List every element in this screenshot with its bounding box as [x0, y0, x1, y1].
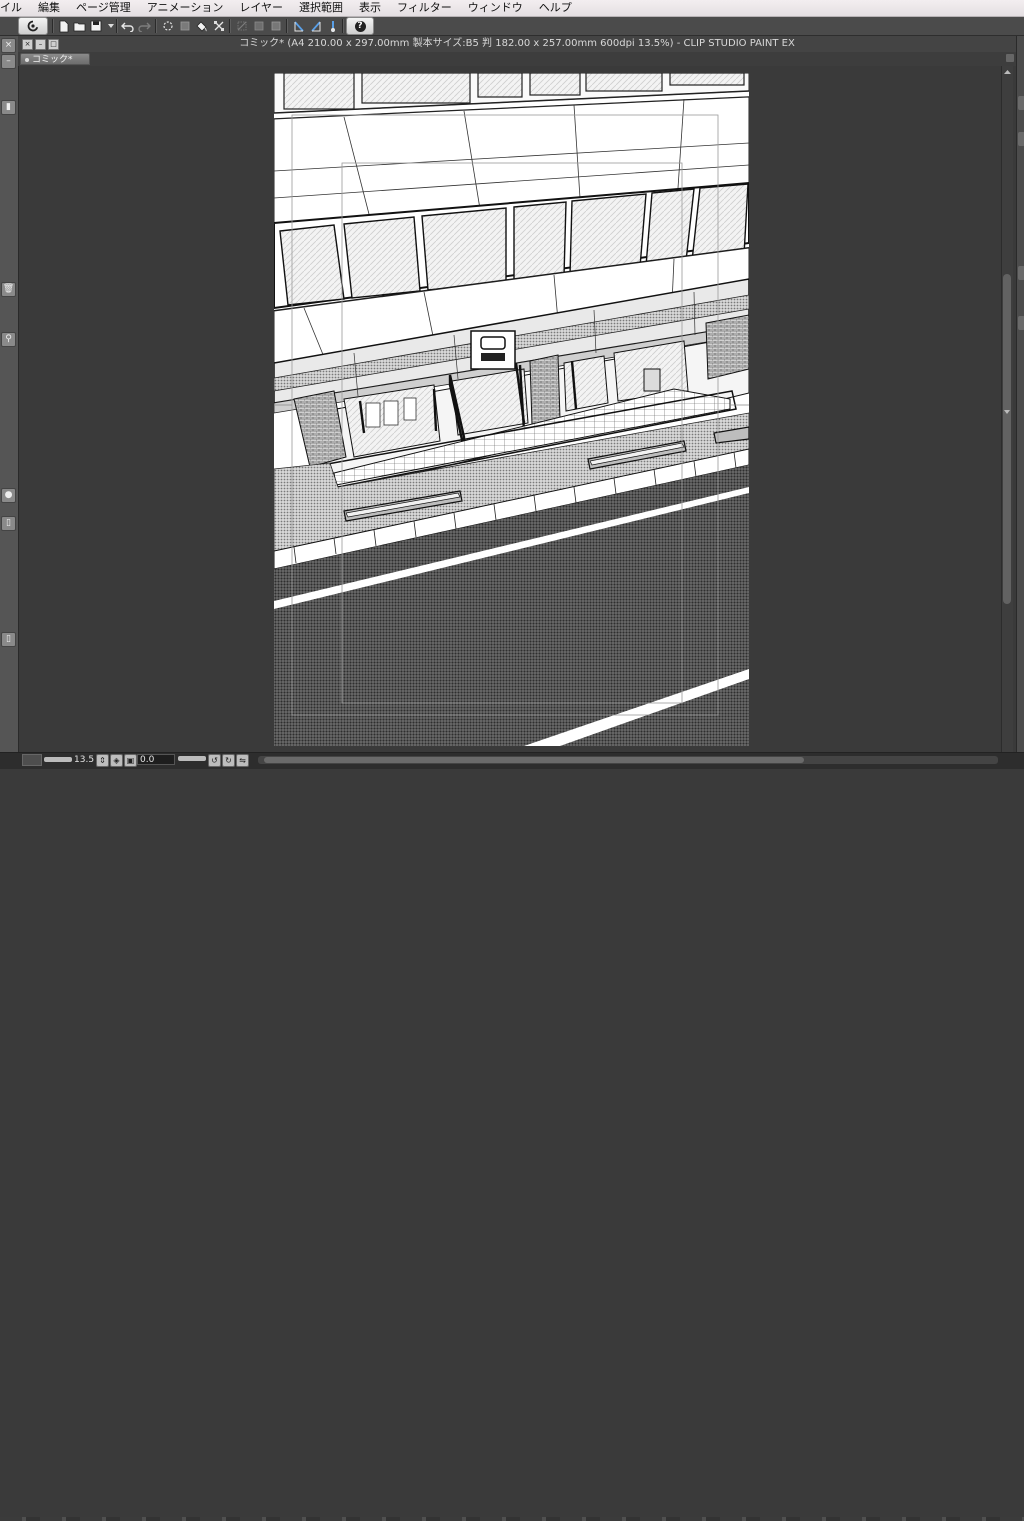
rotate-left-icon[interactable]: ↺	[208, 754, 221, 767]
document-title-bar: × – □ コミック* (A4 210.00 x 297.00mm 製本サイズ:…	[18, 36, 1016, 53]
menu-filter[interactable]: フィルター	[389, 0, 460, 16]
fill-outside-icon	[176, 18, 193, 34]
ruler-snap-icon[interactable]	[290, 18, 307, 34]
new-file-icon[interactable]	[55, 18, 72, 34]
tab-comic[interactable]: コミック*	[20, 53, 90, 65]
zoom-out-icon[interactable]	[22, 754, 42, 766]
vertical-scrollbar[interactable]	[1001, 66, 1013, 752]
panel-close-icon[interactable]: ×	[1, 38, 16, 53]
zoom-stepper-icon[interactable]: ⇕	[96, 754, 109, 767]
horizontal-scroll-thumb[interactable]	[264, 757, 804, 763]
menu-edit[interactable]: 編集	[30, 0, 68, 16]
clear-icon[interactable]	[159, 18, 176, 34]
zoom-value[interactable]: 13.5	[74, 754, 94, 766]
menu-file[interactable]: イル	[0, 0, 30, 16]
left-tool-panel: × – ▮ 🗑 ⚲ ● ▯ ▯	[0, 36, 19, 752]
transform-icon[interactable]	[210, 18, 227, 34]
zoom-slider[interactable]	[44, 757, 72, 762]
actual-size-icon[interactable]: ▣	[124, 754, 137, 767]
right-panel-tab-3[interactable]	[1018, 266, 1024, 280]
invert-selection-icon	[250, 18, 267, 34]
menu-view[interactable]: 表示	[351, 0, 389, 16]
right-panel-tab-1[interactable]	[1018, 96, 1024, 110]
fit-screen-icon[interactable]: ◈	[110, 754, 123, 767]
open-folder-icon[interactable]	[71, 18, 88, 34]
tool-icon-a[interactable]: ▮	[1, 100, 16, 115]
horizontal-scrollbar[interactable]	[258, 756, 998, 764]
panel-minimize-icon[interactable]: –	[1, 54, 16, 69]
special-ruler-snap-icon[interactable]	[307, 18, 324, 34]
taskbar-strip	[0, 1517, 1024, 1521]
canvas-area[interactable]	[20, 66, 1001, 752]
redo-icon	[136, 18, 153, 34]
deselect-icon	[233, 18, 250, 34]
flip-horizontal-icon[interactable]: ⇋	[236, 754, 249, 767]
document-window-title: コミック* (A4 210.00 x 297.00mm 製本サイズ:B5 判 1…	[239, 38, 795, 49]
status-bar: 13.5 ⇕ ◈ ▣ 0.0 ↺ ↻ ⇋	[0, 752, 1024, 1521]
help-icon: ?	[354, 20, 366, 32]
tool-icon-c[interactable]: ▯	[1, 632, 16, 647]
grid-snap-icon[interactable]	[324, 18, 341, 34]
menu-animation[interactable]: アニメーション	[139, 0, 232, 16]
document-tab-row: コミック*	[18, 52, 1016, 66]
command-bar: ?	[0, 17, 1024, 36]
tool-icon-b[interactable]: ▯	[1, 516, 16, 531]
scroll-marker-icon	[1003, 406, 1011, 414]
tab-label: コミック*	[32, 55, 73, 65]
rotation-field[interactable]: 0.0	[137, 754, 175, 765]
right-panel-tab-2[interactable]	[1018, 132, 1024, 146]
menu-layer[interactable]: レイヤー	[231, 0, 291, 16]
help-button[interactable]: ?	[346, 17, 374, 35]
undo-icon[interactable]	[119, 18, 136, 34]
right-panel-tab-4[interactable]	[1018, 316, 1024, 330]
scroll-up-icon[interactable]	[1003, 66, 1012, 74]
selection-layer-icon	[267, 18, 284, 34]
menu-window[interactable]: ウィンドウ	[460, 0, 531, 16]
zoom-tool-icon[interactable]: ⚲	[1, 332, 16, 347]
trash-icon[interactable]: 🗑	[1, 282, 16, 297]
canvas-page[interactable]	[274, 73, 749, 746]
tab-menu-icon[interactable]	[1006, 54, 1014, 62]
menu-help[interactable]: ヘルプ	[531, 0, 580, 16]
menu-selection[interactable]: 選択範囲	[291, 0, 351, 16]
menu-bar: イル 編集 ページ管理 アニメーション レイヤー 選択範囲 表示 フィルター ウ…	[0, 0, 1024, 17]
lightbulb-icon[interactable]: ●	[1, 488, 16, 503]
tab-dot-icon	[25, 57, 29, 62]
menu-page-management[interactable]: ページ管理	[68, 0, 139, 16]
fill-icon[interactable]	[193, 18, 210, 34]
clip-studio-icon[interactable]	[18, 17, 48, 35]
right-panel-strip	[1016, 36, 1024, 752]
manga-page-illustration	[274, 73, 749, 746]
rotation-slider[interactable]	[178, 756, 206, 761]
vertical-scroll-thumb[interactable]	[1003, 274, 1011, 604]
rotate-right-icon[interactable]: ↻	[222, 754, 235, 767]
